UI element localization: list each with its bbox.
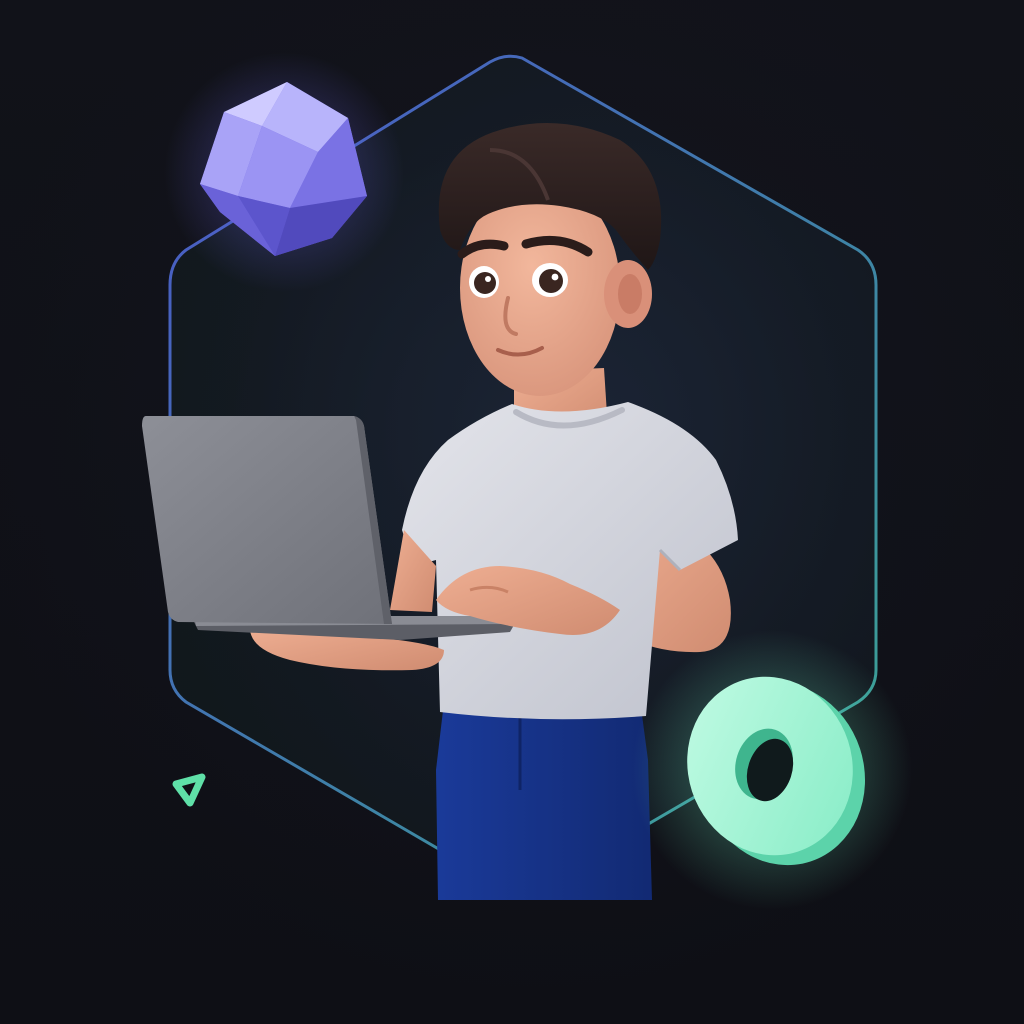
triangle-decoration xyxy=(172,773,206,807)
avatar-illustration xyxy=(142,52,912,910)
jeans xyxy=(436,700,652,900)
ring-decoration xyxy=(632,630,912,910)
avatar-scene xyxy=(0,0,1024,1024)
gem-decoration xyxy=(164,52,404,292)
